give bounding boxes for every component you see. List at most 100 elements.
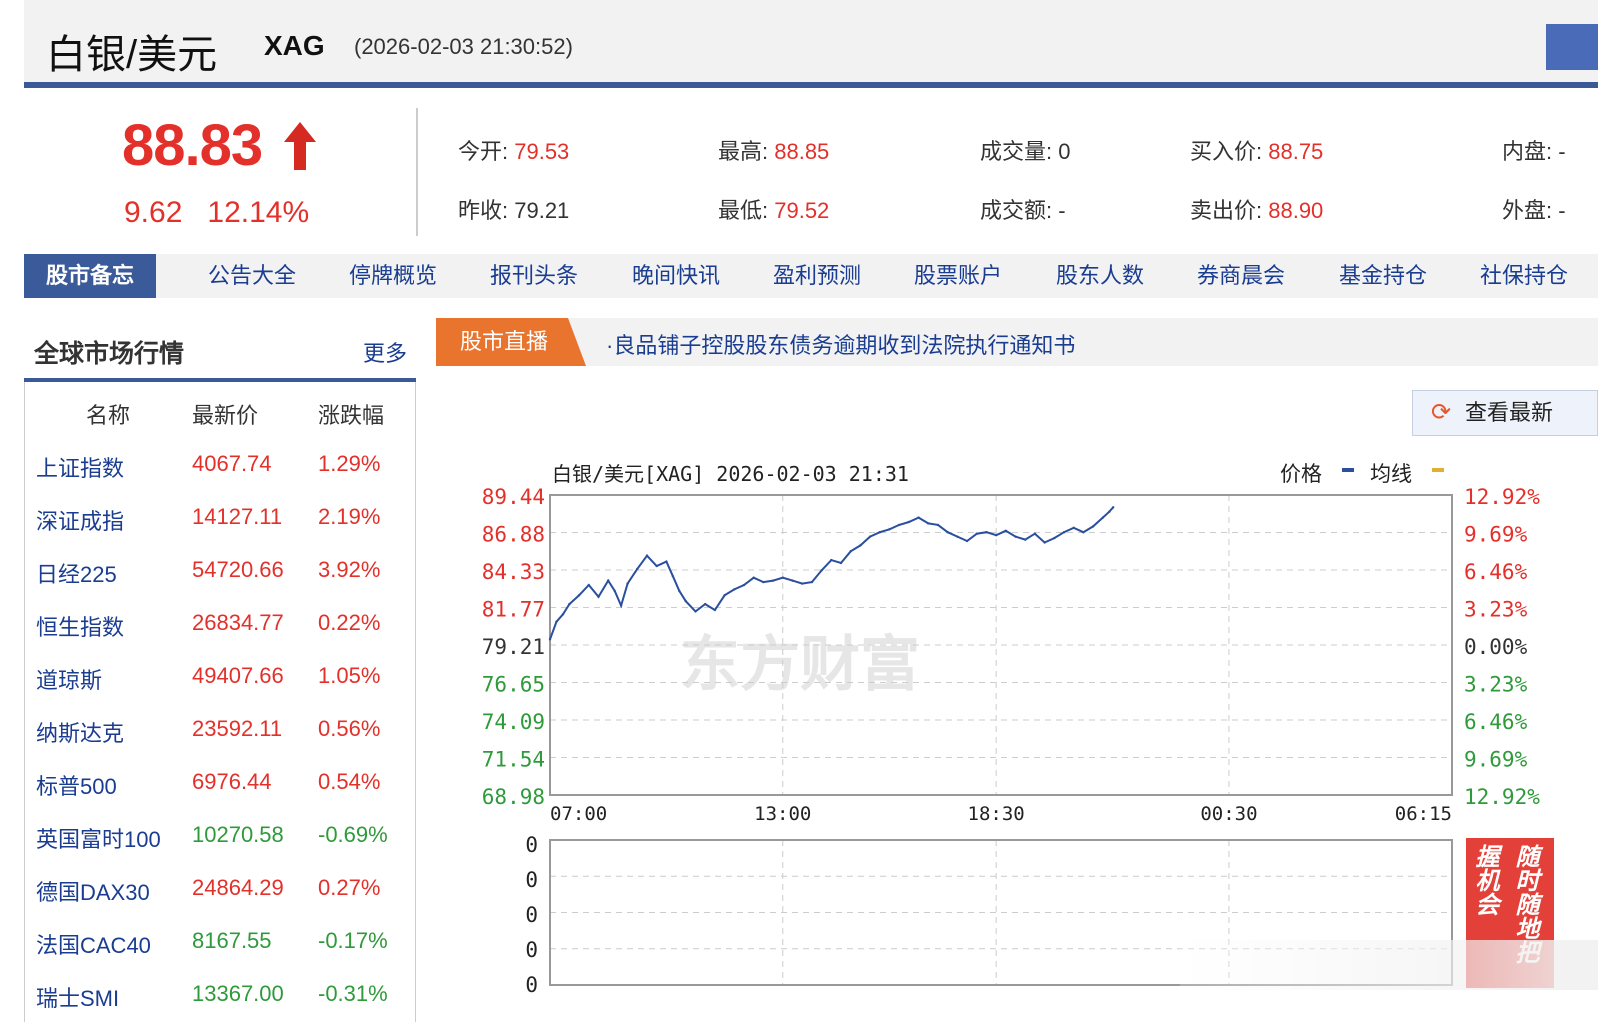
price-line — [549, 506, 1114, 640]
price-point — [742, 583, 746, 587]
x-tick-label: 18:30 — [968, 803, 1025, 825]
pct-tick-label: 9.69% — [1464, 748, 1528, 772]
x-tick-label: 06:15 — [1395, 803, 1452, 825]
price-point — [839, 561, 843, 565]
price-point — [820, 569, 823, 572]
volume-tick-label: 0 — [525, 833, 538, 857]
price-point — [597, 595, 600, 598]
y-tick-label: 81.77 — [482, 598, 545, 622]
price-point — [878, 531, 881, 534]
y-tick-label: 76.65 — [482, 673, 545, 697]
price-point — [994, 533, 998, 537]
price-point — [927, 522, 930, 525]
pct-tick-label: 6.46% — [1464, 560, 1528, 584]
price-point — [587, 583, 590, 587]
y-tick-label: 84.33 — [482, 560, 545, 584]
price-point — [1101, 516, 1105, 519]
price-point — [810, 580, 814, 584]
price-point — [613, 589, 616, 593]
price-point — [703, 602, 707, 606]
price-point — [917, 516, 920, 519]
price-point — [888, 528, 891, 531]
price-point — [830, 558, 833, 562]
price-point — [561, 613, 565, 616]
price-point — [781, 576, 784, 579]
price-point — [897, 523, 901, 527]
price-point — [1072, 526, 1075, 530]
volume-tick-label: 0 — [525, 868, 538, 892]
volume-tick-label: 0 — [525, 973, 538, 997]
pct-tick-label: 12.92% — [1464, 485, 1540, 509]
legend-avg-swatch — [1432, 468, 1444, 472]
price-point — [671, 575, 675, 578]
price-point — [868, 535, 872, 538]
price-point — [762, 580, 765, 584]
price-point — [1082, 531, 1085, 534]
y-tick-label: 68.98 — [482, 785, 545, 809]
price-point — [1111, 506, 1115, 509]
price-point — [849, 550, 852, 553]
price-point — [1062, 531, 1066, 534]
price-point — [1108, 510, 1111, 513]
price-point — [1004, 529, 1008, 532]
price-point — [665, 560, 668, 563]
pct-tick-label: 3.23% — [1464, 673, 1528, 697]
volume-tick-label: 0 — [525, 903, 538, 927]
pct-tick-label: 12.92% — [1464, 785, 1540, 809]
price-point — [1091, 525, 1095, 528]
legend-price: 价格 — [1280, 462, 1322, 486]
price-point — [723, 594, 726, 597]
legend-avg: 均线 — [1370, 462, 1412, 486]
price-point — [791, 579, 794, 582]
price-point — [936, 523, 940, 527]
pct-tick-label: 3.23% — [1464, 598, 1528, 622]
x-tick-label: 13:00 — [754, 803, 811, 825]
price-point — [946, 531, 949, 534]
price-point — [577, 594, 581, 597]
price-point — [548, 638, 552, 641]
chart-title: 白银/美元[XAG] 2026-02-03 21:31 — [552, 462, 909, 486]
y-tick-label: 74.09 — [482, 710, 545, 734]
price-point — [555, 620, 558, 623]
price-point — [907, 520, 911, 524]
volume-tick-label: 0 — [525, 938, 538, 962]
price-point — [975, 532, 978, 535]
price-point — [1033, 532, 1037, 535]
legend-price-swatch — [1342, 468, 1354, 472]
price-point — [771, 579, 775, 582]
price-point — [619, 604, 623, 607]
overlay-fade — [1180, 940, 1598, 990]
price-point — [800, 582, 804, 585]
price-point — [655, 564, 658, 568]
price-point — [645, 554, 649, 557]
pct-tick-label: 6.46% — [1464, 710, 1528, 734]
price-point — [626, 582, 629, 585]
pct-tick-label: 0.00% — [1464, 635, 1528, 659]
price-point — [1014, 535, 1017, 538]
price-point — [568, 602, 571, 606]
x-tick-label: 07:00 — [550, 803, 607, 825]
price-chart: 东方财富 白银/美元[XAG] 2026-02-03 21:31 价格 均线 89.44… — [482, 462, 1540, 997]
price-point — [965, 539, 969, 543]
price-point — [733, 588, 736, 591]
price-point — [956, 535, 959, 538]
price-point — [1043, 541, 1046, 544]
pct-tick-label: 9.69% — [1464, 523, 1528, 547]
x-tick-label: 00:30 — [1200, 803, 1257, 825]
price-point — [694, 610, 697, 613]
price-point — [985, 531, 988, 534]
price-point — [752, 576, 755, 579]
y-tick-label: 79.21 — [482, 635, 545, 659]
watermark: 东方财富 — [680, 630, 920, 700]
price-point — [859, 544, 862, 547]
price-point — [678, 589, 681, 593]
price-point — [606, 579, 610, 582]
y-tick-label: 71.54 — [482, 748, 545, 772]
price-point — [1024, 538, 1027, 541]
y-tick-label: 86.88 — [482, 523, 545, 547]
y-tick-label: 89.44 — [482, 485, 545, 509]
price-point — [1053, 536, 1056, 540]
price-point — [713, 608, 717, 612]
price-point — [636, 567, 639, 571]
price-point — [684, 599, 687, 603]
